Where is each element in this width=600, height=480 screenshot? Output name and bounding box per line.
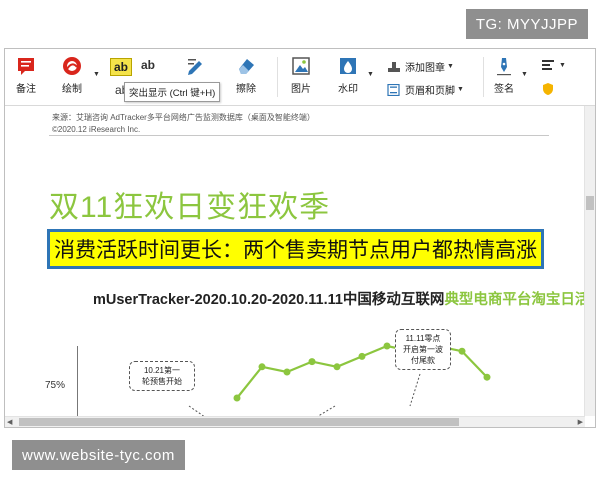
stamp-icon	[387, 61, 401, 73]
data-point	[308, 358, 316, 366]
data-point	[383, 342, 391, 350]
erase-button[interactable]: 擦除	[235, 49, 257, 95]
annotate-label: 备注	[16, 84, 36, 95]
add-stamp-label: 添加图章	[405, 63, 445, 74]
y-tick-label: 75%	[45, 380, 66, 391]
add-stamp-button[interactable]: 添加图章 ▼	[387, 59, 454, 74]
callout-final-payment-text: 11.11零点 开启第一波 付尾款	[403, 334, 443, 365]
erase-label: 擦除	[236, 84, 256, 95]
chart-title: mUserTracker-2020.10.20-2020.11.11中国移动互联…	[93, 288, 585, 309]
comment-icon	[15, 55, 37, 77]
subtitle-text: 消费活跃时间更长：两个售卖期节点用户都热情高涨	[54, 239, 537, 262]
callout-final-payment: 11.11零点 开启第一波 付尾款	[395, 329, 451, 370]
image-label: 图片	[291, 84, 311, 95]
watermark-top: TG: MYYJJPP	[465, 9, 588, 39]
chart-title-highlight: 典型电商平台淘宝日活	[444, 292, 585, 308]
scroll-left-icon[interactable]: ◀	[7, 418, 12, 426]
pen-icon	[185, 55, 207, 77]
chevron-down-icon: ▼	[367, 71, 374, 78]
text-format-button[interactable]: ab	[141, 58, 155, 72]
shield-icon	[541, 82, 555, 96]
chevron-down-icon: ▼	[559, 61, 566, 69]
separator	[483, 57, 484, 97]
watermark-icon	[337, 55, 359, 77]
scroll-right-icon[interactable]: ▶	[578, 418, 583, 426]
data-point	[483, 373, 491, 381]
chevron-down-icon: ▼	[93, 71, 100, 78]
source-line: 来源：艾瑞咨询 AdTracker多平台网络广告监测数据库（桌面及智能终端）	[52, 113, 315, 122]
image-icon	[290, 55, 312, 77]
chevron-down-icon: ▼	[447, 63, 454, 70]
horizontal-scrollbar-thumb[interactable]	[19, 418, 459, 426]
document-page: 来源：艾瑞咨询 AdTracker多平台网络广告监测数据库（桌面及智能终端） ©…	[5, 106, 585, 416]
separator	[277, 57, 278, 97]
draw-dropdown[interactable]: ▼	[91, 71, 100, 78]
callout-connector	[317, 405, 336, 416]
callout-presale-text: 10.21第一 轮预售开始	[142, 366, 182, 386]
sign-dropdown[interactable]: ▼	[519, 71, 528, 78]
annotate-button[interactable]: 备注	[15, 49, 37, 95]
form-fields-button[interactable]: ▼	[541, 59, 566, 71]
divider	[49, 135, 549, 136]
text-format-icon: ab	[141, 58, 156, 72]
data-point	[358, 352, 366, 360]
header-footer-button[interactable]: 页眉和页脚 ▼	[387, 82, 464, 97]
data-point	[258, 363, 266, 371]
pen-button[interactable]	[185, 49, 207, 77]
chevron-down-icon: ▼	[521, 71, 528, 78]
data-point	[283, 368, 291, 376]
signature-pen-icon	[493, 55, 515, 77]
header-footer-label: 页眉和页脚	[405, 86, 455, 97]
vertical-scrollbar-thumb[interactable]	[586, 196, 594, 210]
chevron-down-icon: ▼	[457, 86, 464, 93]
callout-presale: 10.21第一 轮预售开始	[129, 361, 195, 391]
ribbon-toolbar: 备注 绘制 ▼ ab ab ab 擦除 图片 水印 ▼ 添加图章 ▼ 页眉和页脚…	[5, 49, 595, 106]
header-footer-icon	[387, 83, 401, 96]
data-point	[333, 363, 341, 371]
protect-button[interactable]	[541, 82, 555, 96]
watermark-button[interactable]: 水印	[337, 49, 359, 95]
eraser-icon	[235, 55, 257, 77]
highlight-tooltip: 突出显示 (Ctrl 键+H)	[124, 82, 221, 102]
vertical-scrollbar[interactable]	[584, 106, 595, 416]
draw-label: 绘制	[62, 84, 82, 95]
page-title: 双11狂欢日变狂欢季	[49, 191, 331, 224]
sign-button[interactable]: 签名	[493, 49, 515, 95]
copyright-line: ©2020.12 iResearch Inc.	[52, 125, 141, 134]
highlighted-subtitle: 消费活跃时间更长：两个售卖期节点用户都热情高涨	[47, 229, 544, 269]
data-point	[458, 347, 466, 355]
watermark-label: 水印	[338, 84, 358, 95]
y-axis-line	[77, 346, 78, 416]
pdf-viewer-window: 备注 绘制 ▼ ab ab ab 擦除 图片 水印 ▼ 添加图章 ▼ 页眉和页脚…	[4, 48, 596, 428]
callout-connector	[188, 405, 205, 416]
image-button[interactable]: 图片	[290, 49, 312, 95]
form-fields-icon	[541, 59, 557, 71]
draw-button[interactable]: 绘制	[61, 49, 83, 95]
chart-title-main: mUserTracker-2020.10.20-2020.11.11中国移动互联…	[93, 292, 445, 308]
callout-connector	[409, 373, 421, 407]
data-point	[233, 394, 241, 402]
draw-icon	[61, 55, 83, 77]
watermark-dropdown[interactable]: ▼	[365, 71, 374, 78]
highlight-button[interactable]: ab	[110, 58, 133, 76]
watermark-bottom: www.website-tyc.com	[12, 440, 185, 470]
horizontal-scrollbar[interactable]: ◀ ▶	[5, 416, 585, 427]
highlight-icon: ab	[110, 58, 133, 76]
sign-label: 签名	[494, 84, 514, 95]
